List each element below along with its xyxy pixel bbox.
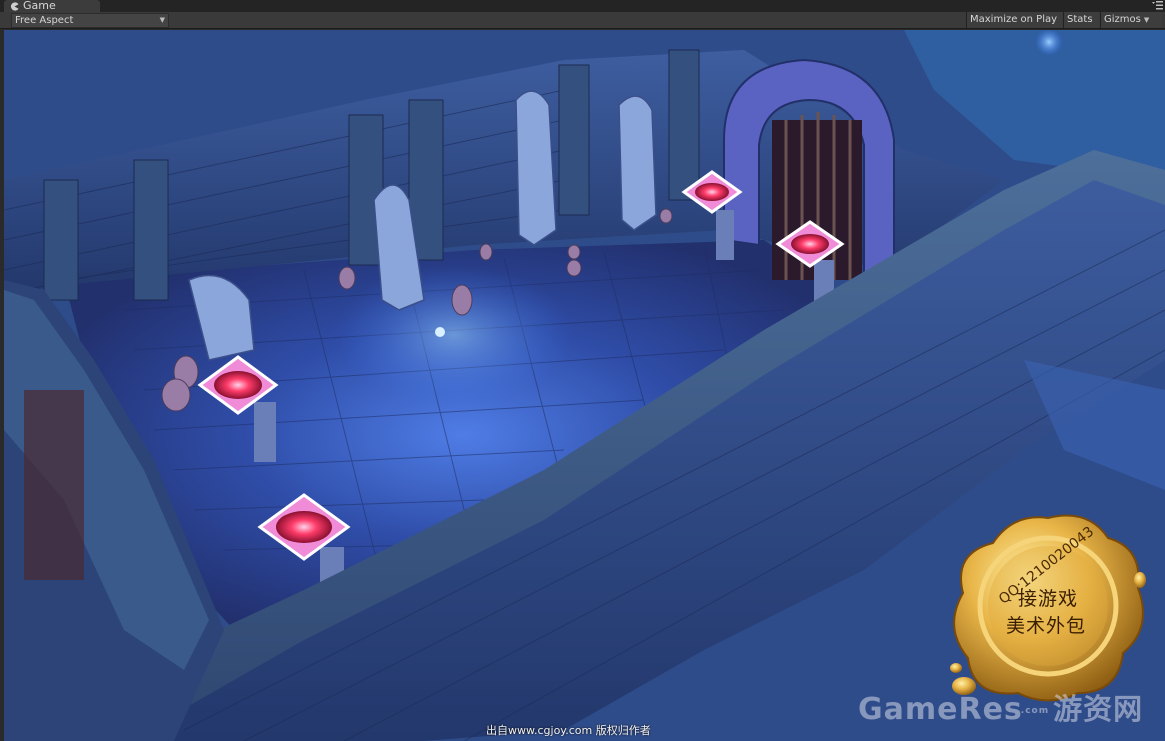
- blue-light-pool: [334, 265, 574, 405]
- pacman-icon: [10, 1, 19, 11]
- floating-wisp: [435, 327, 445, 337]
- brand-chinese: 游资网: [1053, 692, 1144, 726]
- tab-title: Game: [23, 0, 56, 12]
- editor-tab-strip: Game: [0, 0, 1165, 12]
- maximize-on-play-toggle[interactable]: Maximize on Play: [966, 12, 1062, 28]
- gizmos-dropdown[interactable]: Gizmos ▼: [1100, 12, 1162, 28]
- game-toolbar: Free Aspect ▼ Maximize on Play Stats Giz…: [0, 12, 1165, 29]
- brand-latin: GameRes: [858, 692, 1023, 727]
- dungeon-scene: [4, 30, 1165, 741]
- seal-text-line1: 接游戏: [1018, 588, 1079, 610]
- chevron-down-icon: ▼: [1143, 16, 1150, 24]
- brand-dot-com: .com: [1020, 705, 1050, 716]
- chevron-down-icon: ▼: [159, 16, 165, 24]
- aspect-value: Free Aspect: [15, 15, 74, 26]
- seal-text-line2: 美术外包: [1006, 615, 1087, 637]
- gizmos-label: Gizmos: [1104, 14, 1141, 25]
- far-room-floor: [904, 30, 1165, 180]
- left-doorway: [24, 390, 84, 580]
- panel-menu-icon[interactable]: [1152, 1, 1163, 10]
- game-viewport[interactable]: [4, 30, 1165, 741]
- tab-game[interactable]: Game: [4, 0, 100, 12]
- stats-toggle[interactable]: Stats: [1063, 12, 1099, 28]
- gameres-watermark: GameRes.com 游资网: [858, 686, 1143, 728]
- aspect-dropdown[interactable]: Free Aspect ▼: [11, 13, 169, 28]
- source-caption: 出自www.cgjoy.com 版权归作者: [486, 724, 651, 737]
